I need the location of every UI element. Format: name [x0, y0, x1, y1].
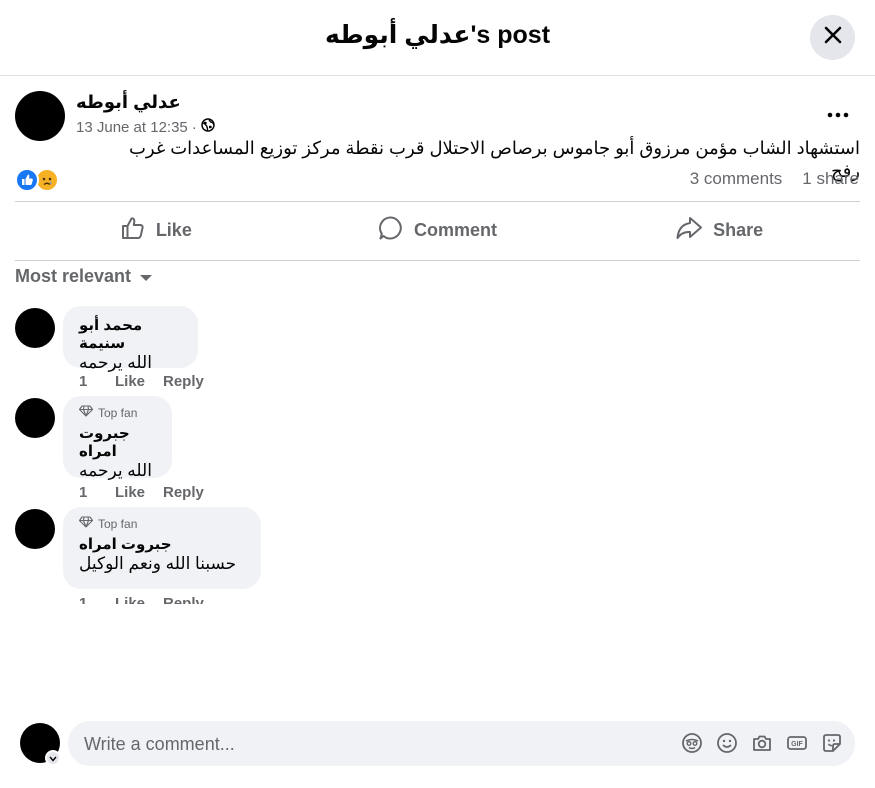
- comment-reply-link[interactable]: Reply: [163, 373, 204, 390]
- comment-text: الله يرحمه: [79, 353, 152, 372]
- reactions-summary[interactable]: [15, 168, 63, 192]
- top-fan-badge: Top fan: [78, 405, 158, 420]
- commenter-avatar[interactable]: [15, 509, 55, 549]
- close-icon: [822, 24, 844, 51]
- commenter-avatar[interactable]: [15, 308, 55, 348]
- comment-sort-dropdown[interactable]: Most relevant: [15, 266, 153, 287]
- comment-actions: 1 Like Reply: [79, 595, 204, 604]
- commenter-name[interactable]: جبروت امراه: [79, 535, 247, 553]
- comment-like-count: 1: [79, 484, 88, 501]
- composer-toolbar: GIF: [681, 732, 843, 754]
- comment-like-count: 1: [79, 595, 88, 604]
- sticker-icon[interactable]: [821, 732, 843, 754]
- commenter-name[interactable]: محمد أبو سنيمة: [79, 316, 184, 352]
- shares-count[interactable]: 1 share: [802, 169, 859, 189]
- comment-text: الله يرحمه: [79, 461, 152, 480]
- more-options-button[interactable]: [823, 100, 853, 128]
- meta-separator: ·: [191, 118, 197, 136]
- post-action-bar: Like Comment Share: [15, 203, 860, 258]
- comment-like-link[interactable]: Like: [115, 595, 163, 604]
- comment-bubble: Top fan جبروت امراه حسبنا الله ونعم الوك…: [63, 507, 261, 589]
- comment-input[interactable]: [82, 729, 666, 759]
- comment-bubble-icon: [378, 215, 404, 246]
- comment-like-link[interactable]: Like: [115, 373, 163, 390]
- like-label: Like: [155, 220, 192, 240]
- comment-text: حسبنا الله ونعم الوكيل: [79, 554, 237, 573]
- comment-actions: 1 Like Reply: [79, 484, 204, 501]
- divider: [15, 260, 860, 261]
- profile-switch-badge[interactable]: [45, 750, 61, 766]
- dialog-header: عدلي أبوطه's post: [0, 0, 875, 76]
- commenter-name[interactable]: جبروت امراه: [79, 424, 158, 460]
- comment-like-link[interactable]: Like: [115, 484, 163, 501]
- comments-count[interactable]: 3 comments: [690, 169, 783, 189]
- top-fan-badge: Top fan: [78, 516, 247, 531]
- share-label: Share: [713, 220, 764, 240]
- emoji-icon[interactable]: [716, 732, 738, 754]
- diamond-icon: [78, 405, 94, 420]
- chevron-down-icon: [49, 749, 57, 767]
- top-fan-label: Top fan: [98, 405, 138, 420]
- commenter-avatar[interactable]: [15, 398, 55, 438]
- diamond-icon: [78, 516, 94, 531]
- more-horizontal-icon: [827, 105, 849, 123]
- thumbs-up-icon: [120, 215, 146, 246]
- post-timestamp[interactable]: 13 June at 12:35: [76, 119, 188, 136]
- camera-icon[interactable]: [751, 732, 773, 754]
- caret-down-icon: [139, 266, 153, 287]
- comments-list[interactable]: محمد أبو سنيمة الله يرحمه 1 Like Reply T…: [0, 290, 875, 604]
- globe-icon: [201, 118, 215, 136]
- top-fan-label: Top fan: [98, 516, 138, 531]
- share-button[interactable]: Share: [578, 203, 860, 258]
- comment-bubble: Top fan جبروت امراه الله يرحمه: [63, 396, 172, 480]
- comment-reply-link[interactable]: Reply: [163, 595, 204, 604]
- comment-label: Comment: [414, 220, 498, 240]
- avatar-sticker-icon[interactable]: [681, 732, 703, 754]
- comment-bubble: محمد أبو سنيمة الله يرحمه: [63, 306, 198, 372]
- post-meta: 13 June at 12:35 ·: [76, 118, 215, 136]
- comment-reply-link[interactable]: Reply: [163, 484, 204, 501]
- comment-composer: GIF: [68, 721, 855, 766]
- like-icon: [15, 168, 39, 192]
- gif-icon[interactable]: GIF: [786, 732, 808, 754]
- comment-button[interactable]: Comment: [297, 203, 579, 258]
- share-arrow-icon: [675, 215, 703, 246]
- svg-text:GIF: GIF: [791, 741, 803, 748]
- sort-label: Most relevant: [15, 266, 132, 286]
- author-name[interactable]: عدلي أبوطه: [76, 92, 181, 113]
- author-avatar[interactable]: [15, 91, 65, 141]
- like-button[interactable]: Like: [15, 203, 297, 258]
- post-counts: 3 comments 1 share: [690, 169, 859, 189]
- comment-like-count: 1: [79, 373, 88, 390]
- close-button[interactable]: [810, 15, 855, 60]
- dialog-title: عدلي أبوطه's post: [324, 21, 551, 49]
- divider: [15, 201, 860, 202]
- comment-actions: 1 Like Reply: [79, 373, 204, 390]
